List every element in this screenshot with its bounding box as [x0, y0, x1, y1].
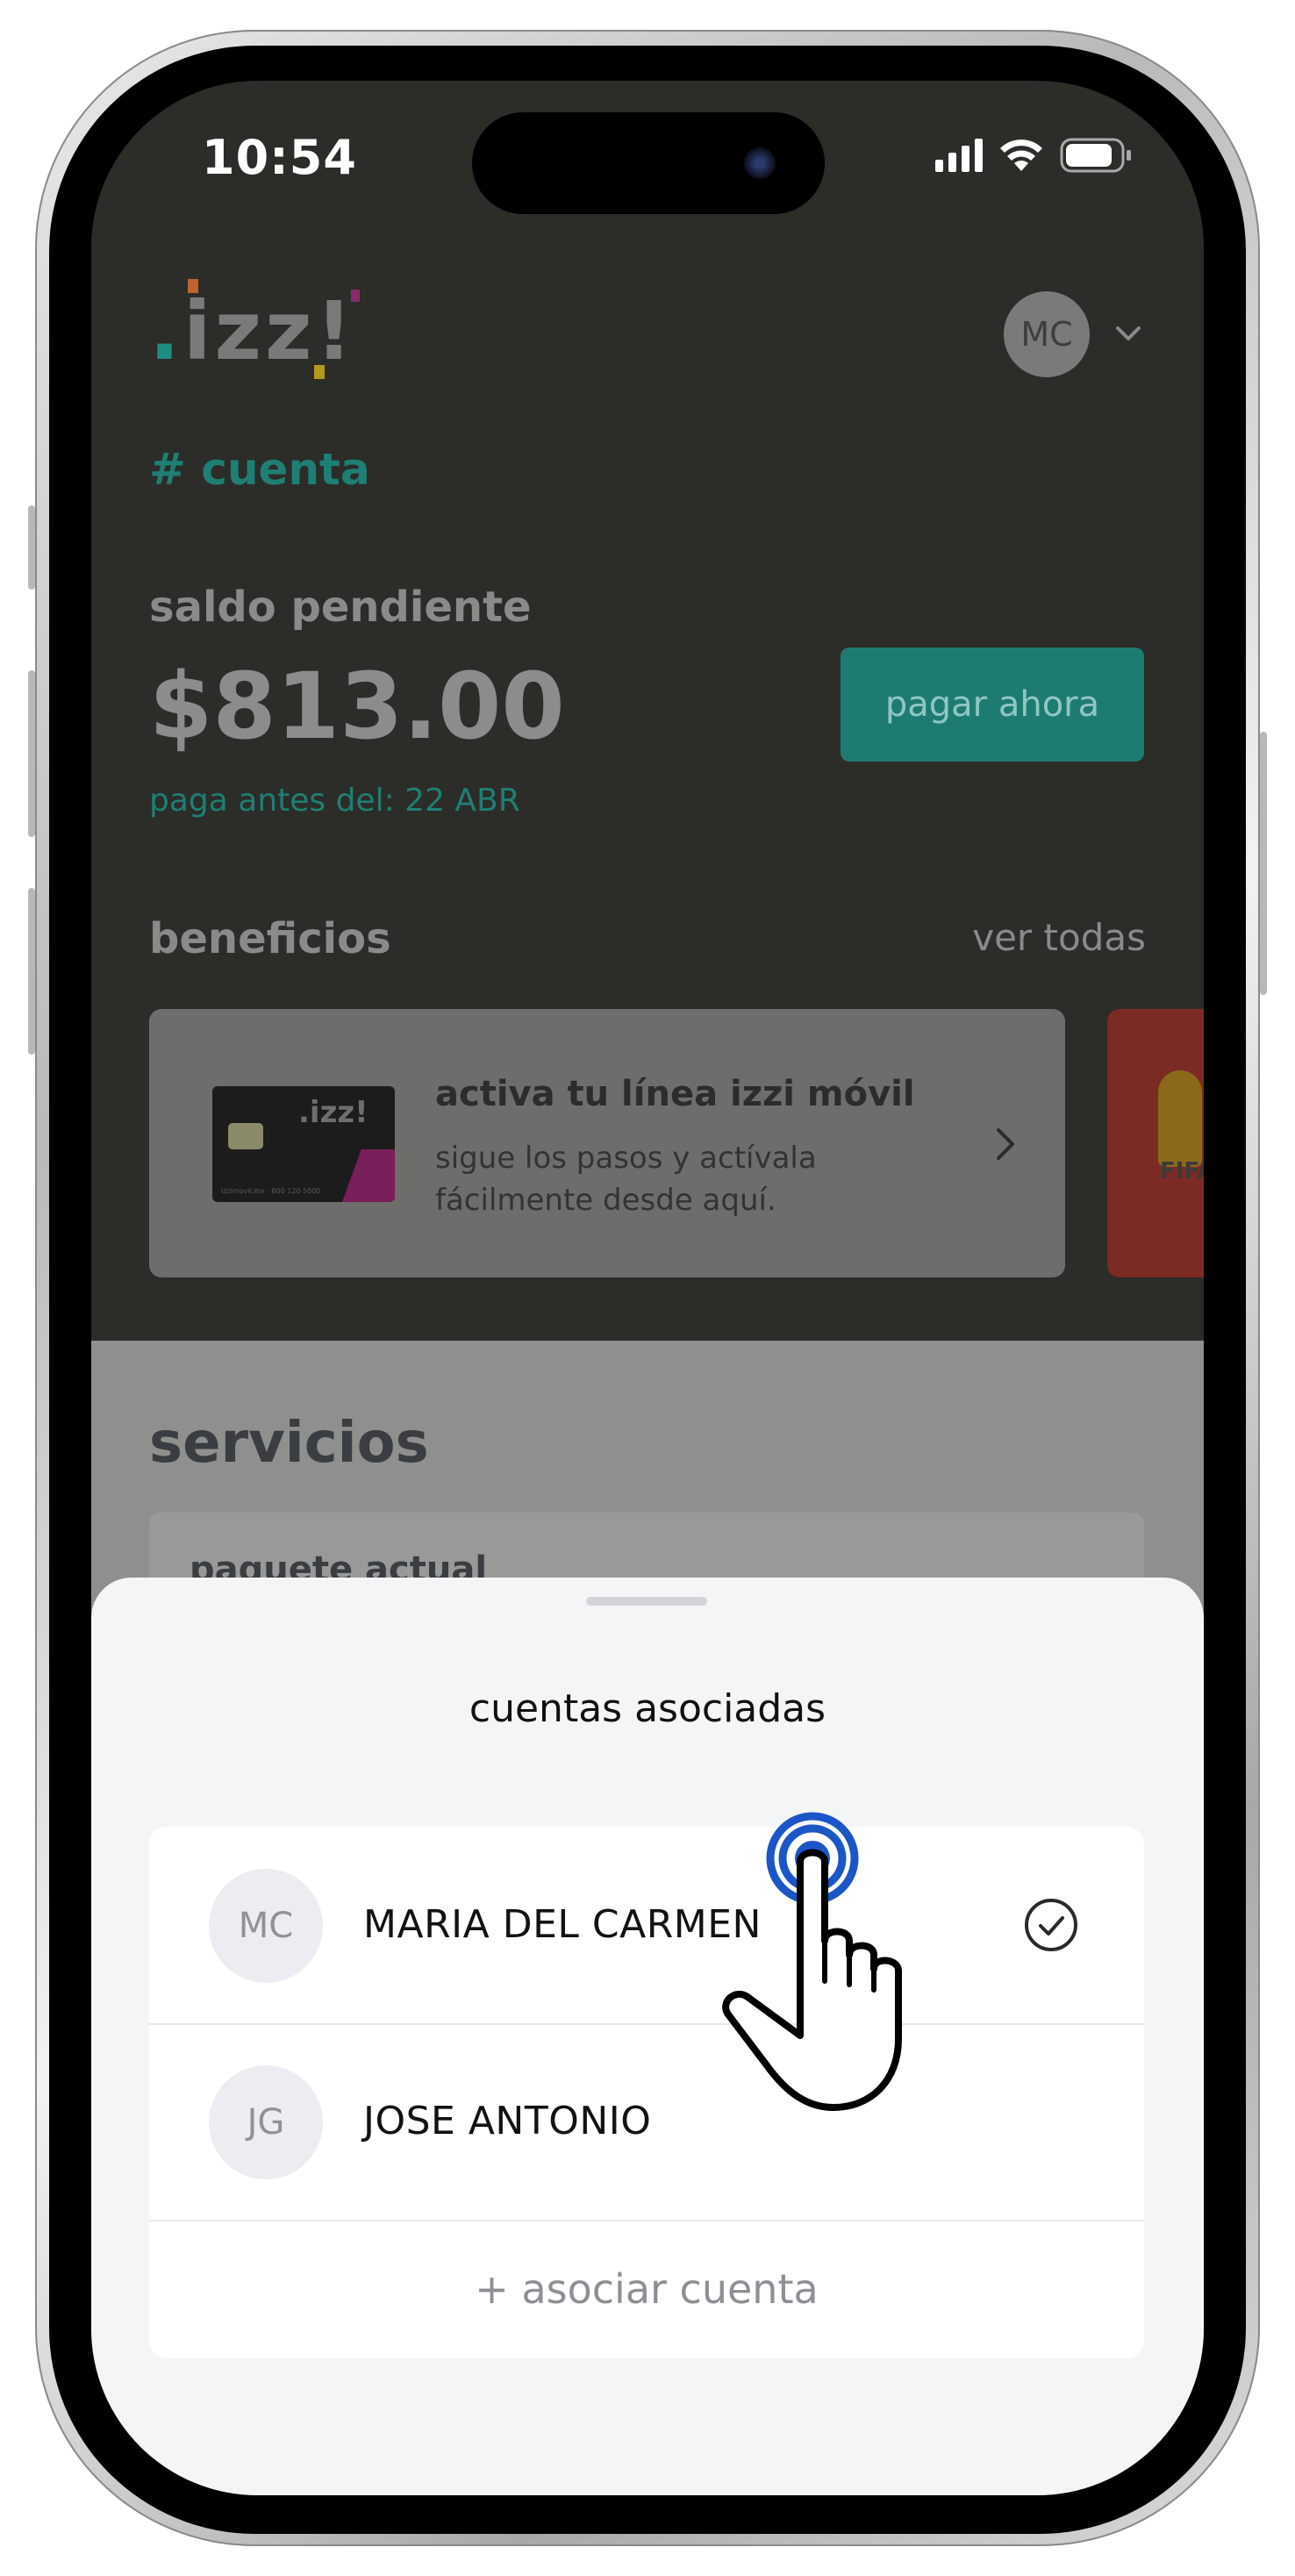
- balance-label: saldo pendiente: [149, 583, 532, 632]
- volume-up-button: [28, 670, 35, 837]
- power-button: [1260, 732, 1267, 995]
- chevron-down-icon[interactable]: [1111, 316, 1146, 351]
- account-avatar: MC: [209, 1869, 323, 1983]
- account-avatar: JG: [209, 2065, 323, 2179]
- account-row-jose[interactable]: JG JOSE ANTONIO: [149, 2023, 1144, 2222]
- status-icons: [935, 137, 1134, 174]
- account-name: JOSE ANTONIO: [363, 2099, 652, 2143]
- check-circle-icon: [1025, 1899, 1077, 1951]
- associated-accounts-sheet: cuentas asociadas MC MARIA DEL CARMEN JG…: [91, 1578, 1204, 2495]
- benefit-description: sigue los pasos y actívala fácilmente de…: [435, 1141, 817, 1218]
- benefits-title: beneficios: [149, 914, 391, 963]
- volume-down-button: [28, 888, 35, 1055]
- benefit-card-fifa[interactable]: FIFA: [1107, 1009, 1204, 1277]
- izzi-logo: .izz!: [149, 279, 360, 379]
- sim-card-image: .izz! izzimovil.mx · 800 120 5000: [212, 1086, 395, 1202]
- benefit-title: activa tu línea izzi móvil: [435, 1074, 915, 1114]
- hand-pointer-icon: [722, 1812, 902, 2111]
- account-name: MARIA DEL CARMEN: [363, 1902, 762, 1947]
- trophy-icon: [1158, 1070, 1202, 1167]
- mute-switch: [28, 505, 35, 590]
- services-title: servicios: [149, 1411, 429, 1476]
- account-number-label: # cuenta: [149, 444, 370, 495]
- user-avatar[interactable]: MC: [1004, 291, 1090, 377]
- dynamic-island: [472, 112, 825, 214]
- fifa-label: FIFA: [1160, 1158, 1204, 1184]
- add-account-button[interactable]: + asociar cuenta: [149, 2220, 1144, 2358]
- due-date: paga antes del: 22 ABR: [149, 783, 520, 819]
- sheet-title: cuentas asociadas: [469, 1686, 826, 1731]
- pay-now-button[interactable]: pagar ahora: [841, 648, 1144, 762]
- status-time: 10:54: [202, 130, 357, 185]
- battery-icon: [1060, 138, 1131, 173]
- sheet-handle[interactable]: [586, 1597, 707, 1606]
- signal-icon: [935, 139, 983, 172]
- benefit-card[interactable]: .izz! izzimovil.mx · 800 120 5000 activa…: [149, 1009, 1065, 1277]
- account-row-maria[interactable]: MC MARIA DEL CARMEN: [149, 1827, 1144, 2025]
- chevron-right-icon: [997, 1128, 1014, 1160]
- camera-icon: [744, 147, 776, 179]
- balance-amount: $813.00: [149, 653, 565, 760]
- phone-screen: 10:54 .izz! MC # cuenta saldo pendiente …: [91, 81, 1204, 2495]
- see-all-link[interactable]: ver todas: [972, 916, 1146, 959]
- account-list: MC MARIA DEL CARMEN JG JOSE ANTONIO + as…: [149, 1827, 1144, 2358]
- wifi-icon: [1000, 140, 1042, 171]
